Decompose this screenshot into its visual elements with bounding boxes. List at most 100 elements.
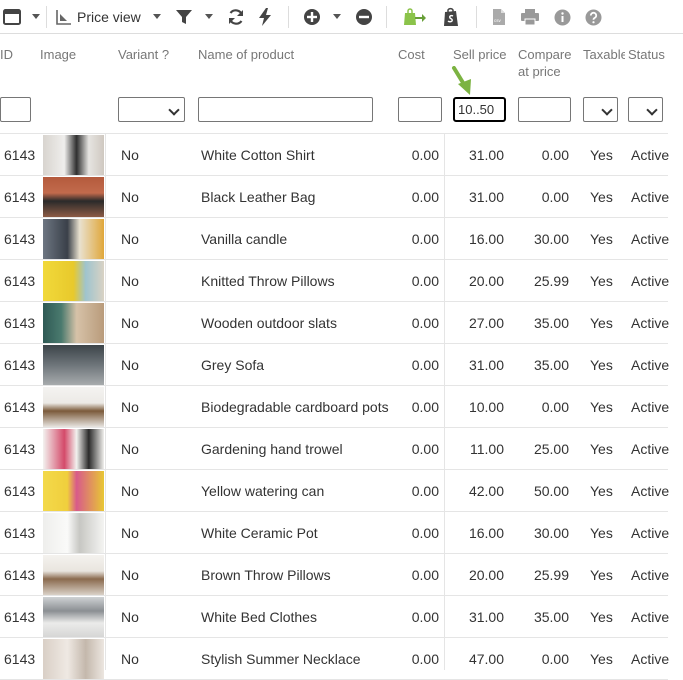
- cell-product-name[interactable]: Wooden outdoor slats: [201, 302, 337, 344]
- add-icon[interactable]: [302, 0, 322, 34]
- cell-sell-price[interactable]: 31.00: [450, 596, 504, 638]
- cell-taxable[interactable]: Yes: [590, 344, 613, 386]
- cell-status[interactable]: Active: [631, 344, 669, 386]
- cell-taxable[interactable]: Yes: [590, 596, 613, 638]
- cell-sell-price[interactable]: 47.00: [450, 638, 504, 680]
- cell-taxable[interactable]: Yes: [590, 134, 613, 176]
- cell-cost[interactable]: 0.00: [390, 302, 439, 344]
- chevron-down-icon[interactable]: [205, 14, 213, 19]
- table-row[interactable]: 6143 No Biodegradable cardboard pots 0.0…: [0, 386, 683, 428]
- cell-cost[interactable]: 0.00: [390, 134, 439, 176]
- cell-product-name[interactable]: Gardening hand trowel: [201, 428, 343, 470]
- table-row[interactable]: 6143 No Brown Throw Pillows 0.00 20.00 2…: [0, 554, 683, 596]
- product-thumbnail[interactable]: [43, 429, 104, 469]
- price-tag-icon[interactable]: [54, 0, 74, 34]
- cell-product-name[interactable]: Vanilla candle: [201, 218, 287, 260]
- column-header-variant[interactable]: Variant ?: [118, 46, 169, 63]
- column-header-id[interactable]: ID: [0, 46, 13, 63]
- cell-cost[interactable]: 0.00: [390, 260, 439, 302]
- shopify-export-icon[interactable]: [402, 0, 426, 34]
- cell-sell-price[interactable]: 11.00: [450, 428, 504, 470]
- product-thumbnail[interactable]: [43, 513, 104, 553]
- cell-status[interactable]: Active: [631, 218, 669, 260]
- table-row[interactable]: 6143 No Grey Sofa 0.00 31.00 35.00 Yes A…: [0, 344, 683, 386]
- column-header-status[interactable]: Status: [628, 46, 665, 63]
- product-thumbnail[interactable]: [43, 303, 104, 343]
- cell-taxable[interactable]: Yes: [590, 176, 613, 218]
- cell-taxable[interactable]: Yes: [590, 386, 613, 428]
- column-header-image[interactable]: Image: [40, 46, 76, 63]
- cell-product-name[interactable]: White Cotton Shirt: [201, 134, 315, 176]
- cell-taxable[interactable]: Yes: [590, 428, 613, 470]
- cell-compare-price[interactable]: 25.99: [515, 554, 569, 596]
- cell-compare-price[interactable]: 35.00: [515, 596, 569, 638]
- print-icon[interactable]: [520, 0, 540, 34]
- product-thumbnail[interactable]: [43, 639, 104, 679]
- info-icon[interactable]: [552, 0, 572, 34]
- cell-cost[interactable]: 0.00: [390, 512, 439, 554]
- cell-sell-price[interactable]: 16.00: [450, 512, 504, 554]
- cell-product-name[interactable]: Grey Sofa: [201, 344, 264, 386]
- cell-taxable[interactable]: Yes: [590, 302, 613, 344]
- cell-taxable[interactable]: Yes: [590, 218, 613, 260]
- price-view-label[interactable]: Price view: [77, 9, 141, 25]
- cell-cost[interactable]: 0.00: [390, 218, 439, 260]
- cell-sell-price[interactable]: 16.00: [450, 218, 504, 260]
- cell-product-name[interactable]: Biodegradable cardboard pots: [201, 386, 389, 428]
- lightning-icon[interactable]: [256, 0, 274, 34]
- cell-status[interactable]: Active: [631, 554, 669, 596]
- column-header-name[interactable]: Name of product: [198, 46, 294, 63]
- cell-compare-price[interactable]: 35.00: [515, 302, 569, 344]
- cell-status[interactable]: Active: [631, 386, 669, 428]
- product-thumbnail[interactable]: [43, 597, 104, 637]
- table-row[interactable]: 6143 No Wooden outdoor slats 0.00 27.00 …: [0, 302, 683, 344]
- cell-product-name[interactable]: White Bed Clothes: [201, 596, 317, 638]
- table-row[interactable]: 6143 No Gardening hand trowel 0.00 11.00…: [0, 428, 683, 470]
- chevron-down-icon[interactable]: [32, 14, 40, 19]
- cell-cost[interactable]: 0.00: [390, 428, 439, 470]
- table-row[interactable]: 6143 No White Ceramic Pot 0.00 16.00 30.…: [0, 512, 683, 554]
- help-icon[interactable]: [583, 0, 603, 34]
- cell-compare-price[interactable]: 0.00: [515, 176, 569, 218]
- cell-sell-price[interactable]: 31.00: [450, 176, 504, 218]
- product-thumbnail[interactable]: [43, 555, 104, 595]
- product-thumbnail[interactable]: [43, 345, 104, 385]
- chevron-down-icon[interactable]: [153, 14, 161, 19]
- filter-icon[interactable]: [174, 0, 194, 34]
- cell-compare-price[interactable]: 35.00: [515, 344, 569, 386]
- product-thumbnail[interactable]: [43, 135, 104, 175]
- name-filter-input[interactable]: [198, 97, 373, 122]
- cell-sell-price[interactable]: 10.00: [450, 386, 504, 428]
- cell-sell-price[interactable]: 31.00: [450, 134, 504, 176]
- cell-compare-price[interactable]: 25.00: [515, 428, 569, 470]
- table-row[interactable]: 6143 No Knitted Throw Pillows 0.00 20.00…: [0, 260, 683, 302]
- cell-product-name[interactable]: Stylish Summer Necklace: [201, 638, 361, 680]
- cell-status[interactable]: Active: [631, 428, 669, 470]
- sell-price-filter-input[interactable]: 10..50: [453, 97, 506, 122]
- remove-icon[interactable]: [354, 0, 374, 34]
- cell-status[interactable]: Active: [631, 512, 669, 554]
- cell-taxable[interactable]: Yes: [590, 638, 613, 680]
- product-thumbnail[interactable]: [43, 219, 104, 259]
- cell-cost[interactable]: 0.00: [390, 470, 439, 512]
- cost-filter-input[interactable]: [398, 97, 442, 122]
- cell-compare-price[interactable]: 0.00: [515, 134, 569, 176]
- cell-taxable[interactable]: Yes: [590, 260, 613, 302]
- product-thumbnail[interactable]: [43, 177, 104, 217]
- column-header-sell-price[interactable]: Sell price: [453, 46, 506, 63]
- cell-sell-price[interactable]: 42.00: [450, 470, 504, 512]
- status-filter-select[interactable]: [628, 97, 663, 122]
- table-row[interactable]: 6143 No Stylish Summer Necklace 0.00 47.…: [0, 638, 683, 680]
- product-thumbnail[interactable]: [43, 387, 104, 427]
- cell-status[interactable]: Active: [631, 176, 669, 218]
- compare-price-filter-input[interactable]: [518, 97, 571, 122]
- cell-status[interactable]: Active: [631, 470, 669, 512]
- cell-taxable[interactable]: Yes: [590, 512, 613, 554]
- cell-taxable[interactable]: Yes: [590, 554, 613, 596]
- refresh-icon[interactable]: [226, 0, 246, 34]
- cell-compare-price[interactable]: 50.00: [515, 470, 569, 512]
- table-row[interactable]: 6143 No White Bed Clothes 0.00 31.00 35.…: [0, 596, 683, 638]
- cell-compare-price[interactable]: 0.00: [515, 386, 569, 428]
- column-header-cost[interactable]: Cost: [398, 46, 425, 63]
- cell-compare-price[interactable]: 0.00: [515, 638, 569, 680]
